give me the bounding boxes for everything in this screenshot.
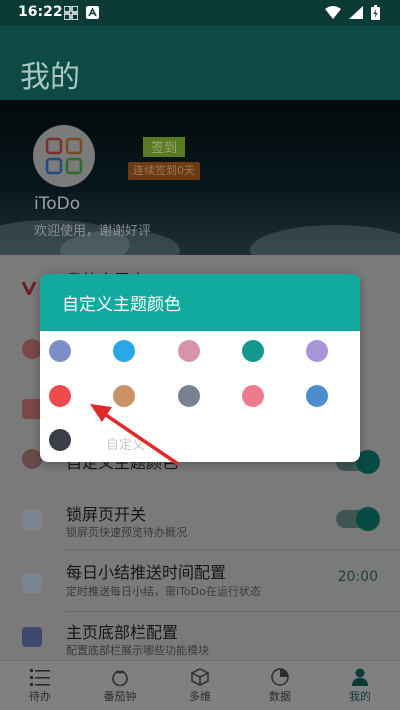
color-swatch[interactable] [113, 385, 135, 407]
nav-item-multidimension[interactable]: 多维 [160, 661, 240, 710]
bottom-nav: 待办 番茄钟 多维 数据 我的 [0, 660, 400, 710]
summary-time-value: 20:00 [337, 569, 378, 585]
color-swatch[interactable] [178, 385, 200, 407]
app-logo-icon [45, 137, 83, 175]
profile-slogan: 欢迎使用，谢谢好评 [34, 224, 152, 239]
grid-config-icon [22, 627, 42, 647]
settings-row-icon [22, 339, 42, 359]
lockscreen-toggle[interactable] [336, 507, 380, 531]
nav-item-pomodoro[interactable]: 番茄钟 [80, 661, 160, 710]
nav-item-todo[interactable]: 待办 [0, 661, 80, 710]
lockscreen-icon [22, 510, 42, 530]
settings-row-daily-summary[interactable]: 每日小结推送时间配置 定时推送每日小结，需iToDo在运行状态 20:00 [0, 553, 400, 613]
status-time: 16:22 [18, 4, 63, 20]
checkin-button[interactable]: 签到 [143, 137, 185, 157]
nav-item-mine[interactable]: 我的 [320, 661, 400, 710]
profile-banner: iToDo 欢迎使用，谢谢好评 签到 连续签到0天 [0, 100, 400, 255]
color-swatch[interactable] [242, 340, 264, 362]
nav-label: 待办 [29, 689, 51, 703]
calendar-icon [22, 573, 42, 593]
person-icon [352, 668, 368, 686]
grid-icon [64, 6, 78, 20]
status-bar: 16:22 [0, 0, 400, 26]
color-swatch[interactable] [49, 429, 71, 451]
custom-color-label[interactable]: 自定义 [106, 434, 145, 453]
cube-icon [191, 667, 209, 686]
settings-row-icon [22, 399, 42, 419]
color-swatch[interactable] [178, 340, 200, 362]
dialog-title: 自定义主题颜色 [40, 274, 360, 331]
streak-badge: 连续签到0天 [128, 162, 200, 180]
nav-label: 数据 [269, 689, 291, 703]
nav-label: 番茄钟 [103, 689, 137, 703]
pie-chart-icon [271, 667, 289, 686]
nav-label: 我的 [349, 689, 371, 703]
color-swatch[interactable] [242, 385, 264, 407]
a-app-icon [86, 6, 99, 19]
settings-row-lockscreen[interactable]: 锁屏页开关 锁屏页快速预览待办概况 [0, 490, 400, 550]
color-swatch[interactable] [306, 385, 328, 407]
settings-row-title: 每日小结推送时间配置 [66, 563, 227, 582]
avatar[interactable] [33, 125, 95, 187]
settings-row-title: 锁屏页开关 [66, 505, 147, 524]
theme-color-dialog: 自定义主题颜色 自定义 [40, 274, 360, 462]
color-swatch[interactable] [49, 340, 71, 362]
settings-row-title: 主页底部栏配置 [66, 623, 179, 642]
wifi-icon [325, 6, 341, 19]
battery-charging-icon [371, 5, 380, 20]
nav-item-data[interactable]: 数据 [240, 661, 320, 710]
profile-name: iToDo [34, 194, 81, 214]
app-bar: 我的 [0, 26, 400, 100]
palette-icon [22, 449, 42, 469]
settings-row-description: 定时推送每日小结，需iToDo在运行状态 [66, 585, 261, 598]
page-title: 我的 [20, 60, 80, 95]
color-swatch[interactable] [113, 340, 135, 362]
signal-icon [349, 6, 363, 19]
tomato-icon [112, 669, 128, 686]
list-icon [30, 668, 50, 686]
color-swatch[interactable] [306, 340, 328, 362]
settings-row-description: 配置底部栏展示哪些功能模块 [66, 644, 209, 657]
nav-label: 多维 [189, 689, 211, 703]
settings-row-description: 锁屏页快速预览待办概况 [66, 526, 187, 539]
color-swatch[interactable] [49, 385, 71, 407]
